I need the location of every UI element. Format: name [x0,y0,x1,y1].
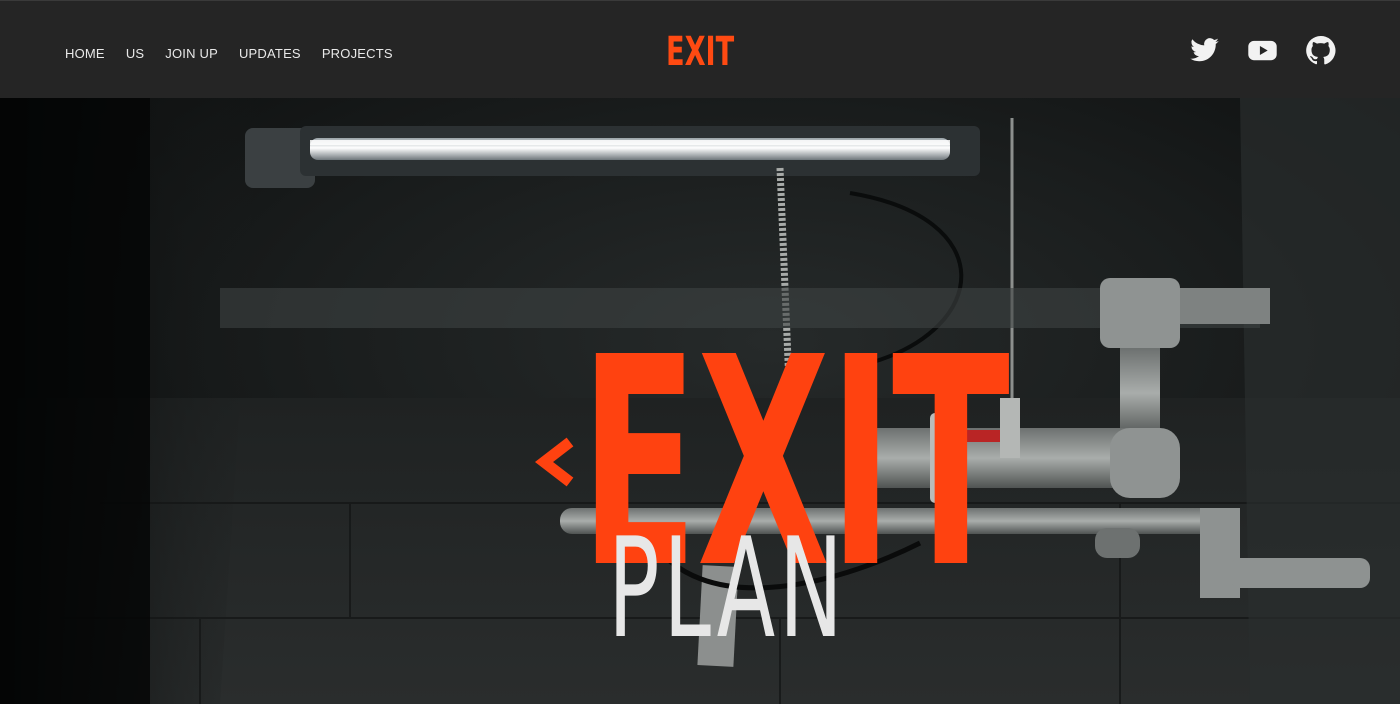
site-header: HOME US JOIN UP UPDATES PROJECTS EXIT [0,0,1400,98]
nav-join-up[interactable]: JOIN UP [165,46,218,61]
twitter-icon[interactable] [1189,35,1220,66]
hero-logo: EXIT PLAN [530,320,1010,669]
nav-projects[interactable]: PROJECTS [322,46,393,61]
youtube-icon[interactable] [1247,35,1278,66]
hero-title-plan: PLAN [608,508,847,669]
hero-section: EXIT PLAN [0,98,1400,704]
nav-home[interactable]: HOME [65,46,105,61]
brand-text: EXIT [666,29,735,75]
chevron-left-icon [534,437,574,487]
brand-logo[interactable]: EXIT [664,29,734,75]
main-nav: HOME US JOIN UP UPDATES PROJECTS [65,46,414,61]
nav-us[interactable]: US [126,46,144,61]
social-links [1189,35,1336,66]
nav-updates[interactable]: UPDATES [239,46,301,61]
github-icon[interactable] [1305,35,1336,66]
